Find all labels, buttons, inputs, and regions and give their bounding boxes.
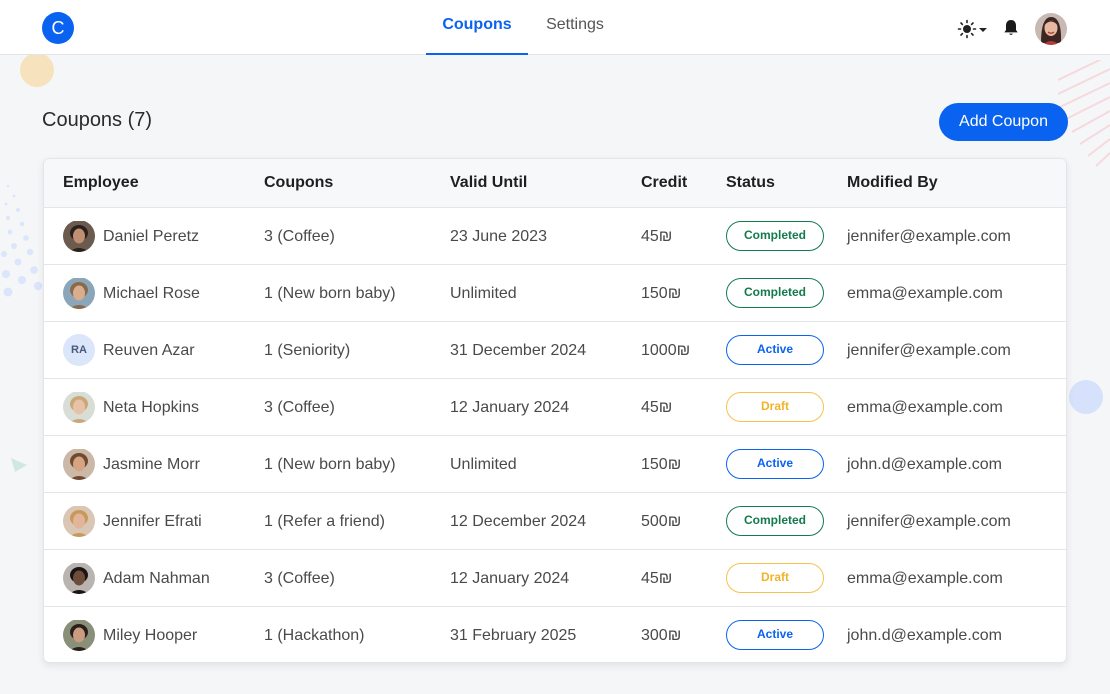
decorative-circle-blue — [1069, 380, 1103, 414]
employee-avatar — [63, 448, 95, 480]
credit-cell: 45₪ — [641, 570, 673, 587]
table-row[interactable]: RA Reuven Azar 1 (Seniority) 31 December… — [44, 322, 1066, 379]
modified-by-cell: emma@example.com — [847, 285, 1003, 302]
avatar-photo — [1035, 13, 1067, 45]
employee-avatar — [63, 277, 95, 309]
credit-cell: 150₪ — [641, 285, 682, 302]
valid-until-cell: 31 December 2024 — [450, 342, 587, 359]
employee-avatar — [63, 505, 95, 537]
tab-coupons[interactable]: Coupons — [426, 0, 528, 55]
employee-name: Neta Hopkins — [103, 399, 200, 416]
decorative-dot-pattern — [1, 184, 43, 297]
app-logo[interactable]: C — [42, 12, 74, 44]
valid-until-cell: 12 January 2024 — [450, 399, 570, 416]
status-badge: Completed — [726, 278, 824, 308]
coupons-cell: 1 (Refer a friend) — [264, 513, 385, 530]
column-header-modified-by[interactable]: Modified By — [847, 159, 938, 208]
status-badge: Active — [726, 335, 824, 365]
user-avatar[interactable] — [1035, 13, 1067, 45]
credit-cell: 45₪ — [641, 399, 673, 416]
coupons-cell: 1 (Seniority) — [264, 342, 351, 359]
status-badge: Draft — [726, 392, 824, 422]
table-row[interactable]: Miley Hooper 1 (Hackathon) 31 February 2… — [44, 607, 1066, 662]
column-header-valid-until[interactable]: Valid Until — [450, 159, 527, 208]
add-coupon-button[interactable]: Add Coupon — [939, 103, 1068, 141]
tab-settings[interactable]: Settings — [536, 0, 614, 55]
page-title: Coupons (7) — [42, 109, 153, 131]
employee-name: Jennifer Efrati — [103, 513, 202, 530]
employee-name: Miley Hooper — [103, 627, 198, 644]
column-header-status[interactable]: Status — [726, 159, 775, 208]
modified-by-cell: emma@example.com — [847, 570, 1003, 587]
status-badge: Active — [726, 620, 824, 650]
coupons-cell: 1 (New born baby) — [264, 456, 396, 473]
decorative-triangle — [11, 458, 27, 472]
employee-avatar — [63, 391, 95, 423]
credit-cell: 1000₪ — [641, 342, 691, 359]
credit-cell: 500₪ — [641, 513, 682, 530]
sun-icon — [957, 19, 977, 39]
table-row[interactable]: Jasmine Morr 1 (New born baby) Unlimited… — [44, 436, 1066, 493]
coupons-cell: 1 (New born baby) — [264, 285, 396, 302]
table-row[interactable]: Michael Rose 1 (New born baby) Unlimited… — [44, 265, 1066, 322]
decorative-circle-yellow — [20, 53, 54, 87]
modified-by-cell: emma@example.com — [847, 399, 1003, 416]
coupons-cell: 1 (Hackathon) — [264, 627, 365, 644]
column-header-credit[interactable]: Credit — [641, 159, 687, 208]
credit-cell: 45₪ — [641, 228, 673, 245]
credit-cell: 300₪ — [641, 627, 682, 644]
modified-by-cell: jennifer@example.com — [847, 342, 1011, 359]
employee-avatar — [63, 562, 95, 594]
chevron-down-icon — [979, 28, 987, 32]
employee-avatar — [63, 619, 95, 651]
employee-name: Jasmine Morr — [103, 456, 200, 473]
status-badge: Draft — [726, 563, 824, 593]
valid-until-cell: 31 February 2025 — [450, 627, 577, 644]
employee-name: Adam Nahman — [103, 570, 210, 587]
bell-icon[interactable] — [1003, 19, 1019, 37]
modified-by-cell: john.d@example.com — [847, 627, 1002, 644]
employee-avatar-initials: RA — [63, 334, 95, 366]
table-row[interactable]: Jennifer Efrati 1 (Refer a friend) 12 De… — [44, 493, 1066, 550]
employee-avatar — [63, 220, 95, 252]
coupons-cell: 3 (Coffee) — [264, 228, 335, 245]
table-row[interactable]: Neta Hopkins 3 (Coffee) 12 January 2024 … — [44, 379, 1066, 436]
theme-toggle-button[interactable] — [957, 19, 989, 39]
employee-name: Michael Rose — [103, 285, 200, 302]
employee-name: Daniel Peretz — [103, 228, 200, 245]
modified-by-cell: john.d@example.com — [847, 456, 1002, 473]
valid-until-cell: Unlimited — [450, 285, 517, 302]
coupons-cell: 3 (Coffee) — [264, 570, 335, 587]
table-header: Employee Coupons Valid Until Credit Stat… — [44, 159, 1066, 208]
column-header-coupons[interactable]: Coupons — [264, 159, 333, 208]
modified-by-cell: jennifer@example.com — [847, 228, 1011, 245]
top-navigation-bar: C Coupons Settings — [0, 0, 1110, 55]
column-header-employee[interactable]: Employee — [63, 159, 139, 208]
status-badge: Completed — [726, 506, 824, 536]
coupons-cell: 3 (Coffee) — [264, 399, 335, 416]
table-row[interactable]: Daniel Peretz 3 (Coffee) 23 June 2023 45… — [44, 208, 1066, 265]
credit-cell: 150₪ — [641, 456, 682, 473]
valid-until-cell: 23 June 2023 — [450, 228, 547, 245]
valid-until-cell: 12 January 2024 — [450, 570, 570, 587]
table-row[interactable]: Adam Nahman 3 (Coffee) 12 January 2024 4… — [44, 550, 1066, 607]
status-badge: Completed — [726, 221, 824, 251]
valid-until-cell: Unlimited — [450, 456, 517, 473]
valid-until-cell: 12 December 2024 — [450, 513, 587, 530]
employee-name: Reuven Azar — [103, 342, 195, 359]
coupons-table: Employee Coupons Valid Until Credit Stat… — [43, 158, 1067, 663]
modified-by-cell: jennifer@example.com — [847, 513, 1011, 530]
status-badge: Active — [726, 449, 824, 479]
